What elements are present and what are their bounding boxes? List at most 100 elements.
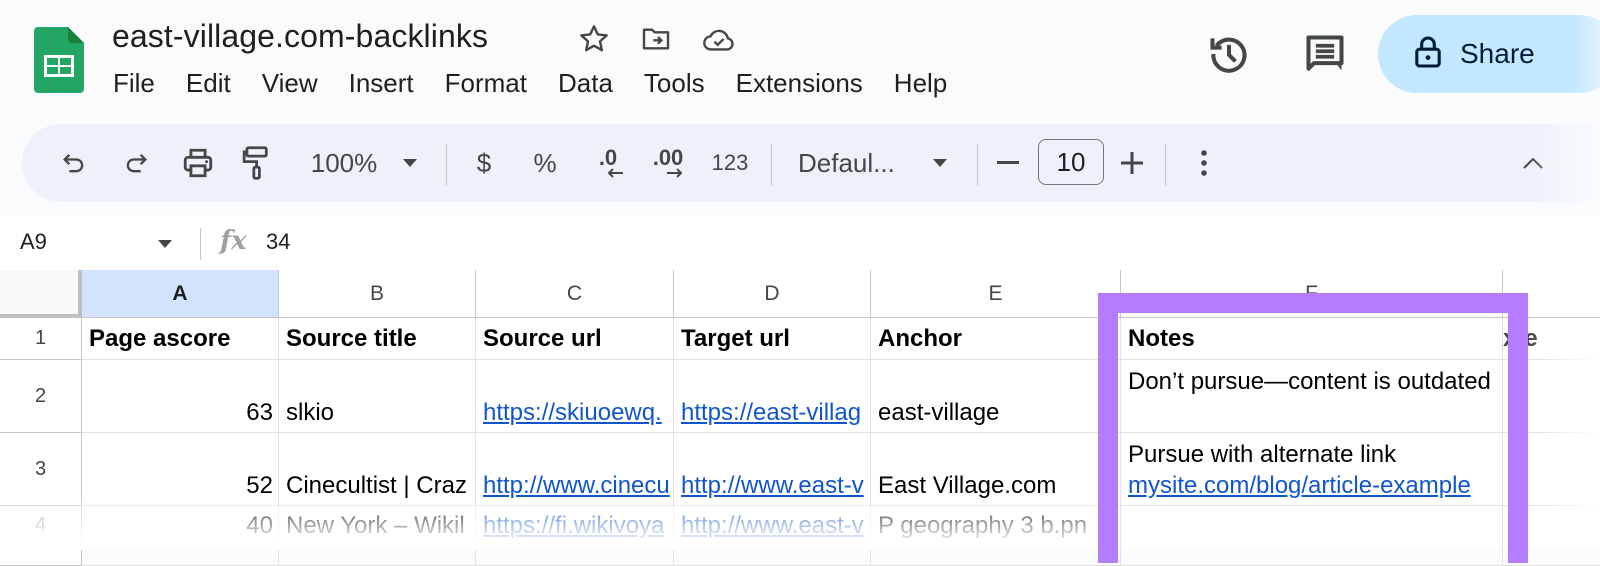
cell-f1[interactable]: Notes [1121,318,1503,360]
row-header-2[interactable]: 2 [0,360,82,433]
formula-input[interactable]: 34 [266,229,290,255]
paint-format-button[interactable] [238,124,278,202]
cell-a2[interactable]: 63 [82,360,279,433]
row-header-1[interactable]: 1 [0,318,82,360]
paint-roller-icon [242,146,268,180]
cell-f4[interactable] [1121,506,1503,566]
comments-icon[interactable] [1301,30,1349,78]
cell-d4-link[interactable]: http://www.east-v [674,506,871,566]
minus-icon [997,161,1019,164]
percent-icon: % [533,147,557,178]
cell-g1[interactable]: xte [1503,318,1600,360]
cell-b2[interactable]: slkio [279,360,476,433]
move-folder-icon[interactable] [639,22,673,56]
font-size-value: 10 [1056,146,1086,177]
lock-icon [1414,35,1442,74]
formula-bar: A9 fx 34 [0,216,1600,270]
column-header-a[interactable]: A [82,270,279,318]
cell-d1[interactable]: Target url [674,318,871,360]
cell-b4[interactable]: New York – Wikil [279,506,476,566]
menu-data[interactable]: Data [558,68,613,99]
cell-b3[interactable]: Cinecultist | Craz [279,433,476,506]
cell-c1[interactable]: Source url [476,318,674,360]
select-all-corner[interactable] [0,270,82,318]
column-header-f[interactable]: F [1121,270,1503,318]
cell-a4[interactable]: 40 [82,506,279,566]
toolbar-divider [771,144,772,186]
cell-e3[interactable]: East Village.com [871,433,1121,506]
more-vert-icon [1201,150,1207,176]
cell-e4[interactable]: P geography 3 b.pn [871,506,1121,566]
currency-icon: $ [476,147,492,178]
toolbar-divider [446,144,447,186]
cell-c2-link[interactable]: https://skiuoewq. [476,360,674,433]
row-header-3[interactable]: 3 [0,433,82,506]
spreadsheet-grid: A B C D E F 1 2 3 4 Page ascore Source t… [0,270,1600,566]
print-icon [183,148,213,178]
version-history-icon[interactable] [1205,30,1253,78]
column-header-b[interactable]: B [279,270,476,318]
cell-e1[interactable]: Anchor [871,318,1121,360]
cell-d3-link[interactable]: http://www.east-v [674,433,871,506]
column-header-e[interactable]: E [871,270,1121,318]
cell-a3[interactable]: 52 [82,433,279,506]
more-options-button[interactable] [1192,124,1216,202]
top-bar: east-village.com-backlinks File Edit Vie… [0,0,1600,120]
note-text: Pursue with alternate link [1128,441,1397,468]
name-box-dropdown-icon[interactable] [157,236,173,254]
column-header-g[interactable] [1503,270,1600,318]
increase-decimal-button[interactable]: .00 [646,124,690,202]
cell-g2[interactable] [1503,360,1600,433]
zoom-select[interactable]: 100% [304,124,384,202]
row-header-4[interactable]: 4 [0,506,82,566]
menu-edit[interactable]: Edit [186,68,231,99]
zoom-dropdown-icon[interactable] [398,124,422,202]
share-button[interactable]: Share [1378,15,1600,93]
number-format-button[interactable]: 123 [708,124,752,202]
zoom-value: 100% [310,147,378,178]
menu-help[interactable]: Help [894,68,947,99]
share-label: Share [1460,38,1535,69]
name-box[interactable]: A9 [20,229,47,255]
decrease-font-size-button[interactable] [994,124,1022,202]
document-title[interactable]: east-village.com-backlinks [112,18,488,55]
toolbar-divider [1165,144,1166,186]
font-dropdown-icon[interactable] [928,124,952,202]
print-button[interactable] [178,124,218,202]
decrease-decimal-icon: .0 [598,145,618,170]
menu-tools[interactable]: Tools [644,68,705,99]
cell-e2[interactable]: east-village [871,360,1121,433]
number-format-label: 123 [711,150,749,175]
percent-format-button[interactable]: % [530,124,560,202]
sheets-logo-icon[interactable] [34,27,84,93]
menu-view[interactable]: View [262,68,318,99]
cell-c3-link[interactable]: http://www.cinecu [476,433,674,506]
cell-a1[interactable]: Page ascore [82,318,279,360]
menu-format[interactable]: Format [445,68,527,99]
cell-c4-link[interactable]: https://fi.wikivoya [476,506,674,566]
star-icon[interactable] [577,22,611,56]
increase-font-size-button[interactable] [1118,124,1146,202]
menu-file[interactable]: File [113,68,155,99]
column-header-d[interactable]: D [674,270,871,318]
undo-button[interactable] [56,124,92,202]
decrease-decimal-button[interactable]: .0 [588,124,628,202]
menu-insert[interactable]: Insert [349,68,414,99]
cell-g4[interactable] [1503,506,1600,566]
cell-f3[interactable]: Pursue with alternate link mysite.com/bl… [1121,433,1503,506]
menu-extensions[interactable]: Extensions [736,68,863,99]
fx-icon: fx [220,226,247,256]
cloud-saved-icon[interactable] [702,22,736,56]
increase-decimal-icon: .00 [652,145,684,170]
currency-format-button[interactable]: $ [470,124,498,202]
cell-b1[interactable]: Source title [279,318,476,360]
font-size-input[interactable]: 10 [1038,139,1104,185]
cell-g3[interactable] [1503,433,1600,506]
cell-f2[interactable]: Don’t pursue—content is outdated [1121,360,1503,433]
font-family-value: Defaul... [798,147,895,178]
column-header-c[interactable]: C [476,270,674,318]
note-link[interactable]: mysite.com/blog/article-example [1128,470,1471,501]
font-family-select[interactable]: Defaul... [798,124,910,202]
cell-d2-link[interactable]: https://east-villag [674,360,871,433]
redo-button[interactable] [118,124,154,202]
